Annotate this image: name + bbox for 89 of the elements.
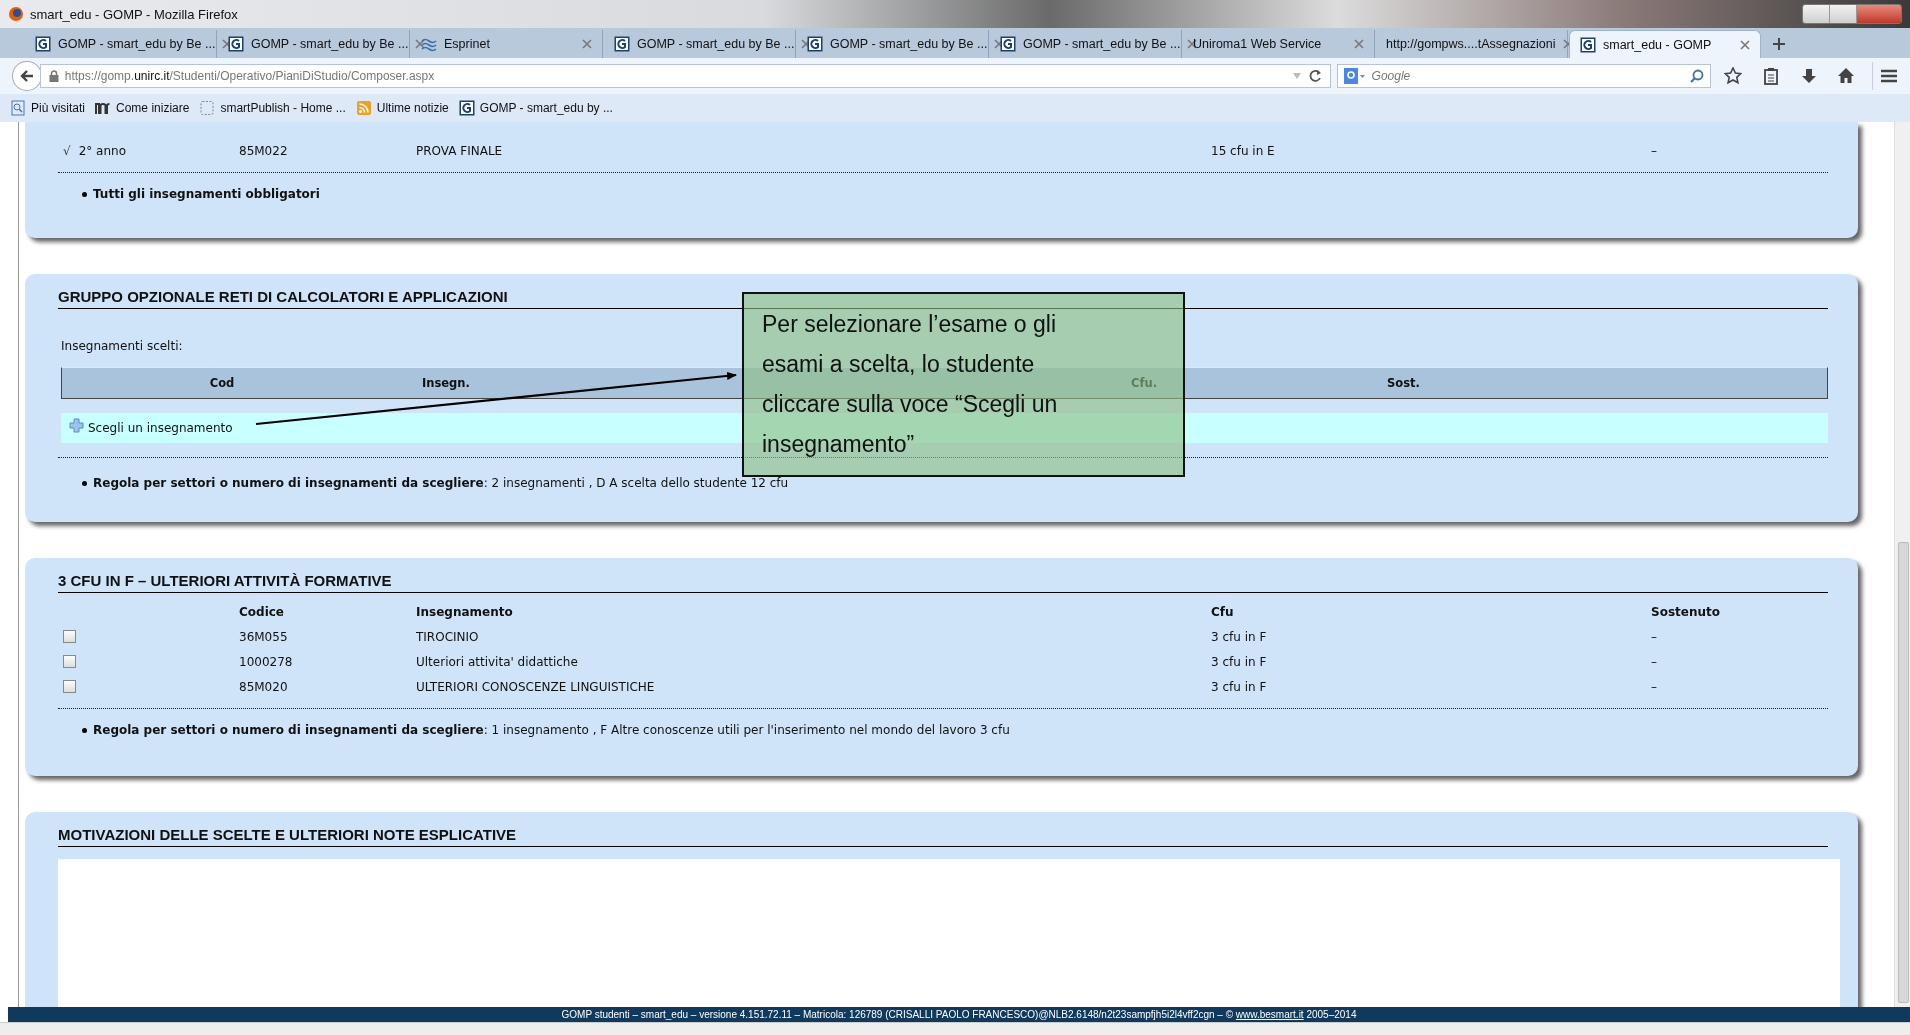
table-cell-text: 15 cfu in E bbox=[1211, 143, 1276, 158]
table-cell-text: ULTERIORI CONOSCENZE LINGUISTICHE bbox=[416, 679, 656, 694]
browser-logo-icon bbox=[8, 6, 24, 22]
bullet-icon bbox=[82, 727, 87, 733]
search-field[interactable]: Google bbox=[1369, 68, 1687, 84]
bookmark-item[interactable]: Ultime notizie bbox=[355, 100, 449, 116]
site-logo-icon bbox=[458, 100, 475, 116]
footer-text: GOMP studenti – smart_edu – versione 4.151.72.11 – Matricola: 126789 (CRISALLI PAOLO FRANCESCO)@NLB2.6148/n2t23sampfjh5i2l4vff2cgn – © www.besmart.it 2005–2014 bbox=[561, 1009, 1357, 1020]
back-button[interactable] bbox=[12, 61, 42, 91]
table-cell-text: 1000278 bbox=[239, 654, 294, 669]
address-bar[interactable]: https://gomp.unirc.it/Studenti/Operativo/PianiDiStudio/Composer.aspx bbox=[39, 64, 1331, 88]
column-header: Cod bbox=[208, 376, 236, 390]
window-title: smart_edu - GOMP - Mozilla Firefox bbox=[30, 6, 239, 22]
rule-text: Regola per settori o numero di insegnamenti da scegliere: 2 insegnamenti , D A scelta dello studente 12 cfu bbox=[93, 476, 789, 490]
lock-icon bbox=[48, 70, 59, 82]
label: Insegnamenti scelti: bbox=[60, 339, 184, 353]
footer-link[interactable]: www.besmart.it bbox=[1235, 1009, 1304, 1020]
table-cell-text: – bbox=[1651, 679, 1658, 694]
bullet-icon bbox=[82, 480, 87, 486]
rule-text: Regola per settori o numero di insegnamenti da scegliere: 1 insegnamento , F Altre conoscenze utili per l'inserimento nel mondo del lavoro 3 cfu bbox=[93, 723, 1010, 737]
rule-text: Tutti gli insegnamenti obbligatori bbox=[93, 187, 320, 201]
bullet-icon bbox=[82, 191, 87, 197]
star-icon bbox=[1724, 67, 1743, 85]
table-cell-text: PROVA FINALE bbox=[416, 143, 504, 158]
table-cell-text: 3 cfu in F bbox=[1211, 629, 1268, 644]
search-icon bbox=[1690, 69, 1705, 83]
table-cell: 2° anno bbox=[78, 143, 126, 158]
site-logo-icon bbox=[1000, 36, 1016, 52]
column-header: Insegnamento bbox=[416, 604, 514, 619]
browser-tab[interactable]: smart_edu - GOMP bbox=[1569, 30, 1761, 58]
column-header: Cfu bbox=[1211, 604, 1235, 619]
reload-icon bbox=[1307, 69, 1322, 83]
back-arrow-icon bbox=[18, 68, 35, 84]
section-title: GRUPPO OPZIONALE RETI DI CALCOLATORI E APPLICAZIONI bbox=[58, 288, 1828, 309]
table-cell-text: 3 cfu in F bbox=[1211, 679, 1268, 694]
menu-icon bbox=[1879, 67, 1898, 85]
close-icon bbox=[1354, 39, 1364, 49]
close-icon bbox=[1740, 39, 1750, 50]
callout-text: Per selezionare l’esame o gli esami a scelta, lo studente cliccare sulla voce “Scegli un insegnamento” bbox=[762, 310, 1059, 459]
close-icon bbox=[415, 39, 426, 49]
choose-link[interactable]: Scegli un insegnamento bbox=[88, 421, 233, 435]
section-title: MOTIVAZIONI DELLE SCELTE E ULTERIORI NOTE ESPLICATIVE bbox=[58, 826, 1828, 847]
status-mark: √ bbox=[63, 143, 71, 158]
table-cell-text: – bbox=[1651, 143, 1658, 158]
horizontal-scrollbar[interactable] bbox=[0, 1022, 1910, 1035]
site-logo-icon bbox=[228, 36, 244, 52]
column-header: Codice bbox=[239, 604, 285, 619]
column-header: Insegn. bbox=[421, 376, 471, 390]
bookmark-item[interactable]: Più visitati bbox=[10, 100, 86, 116]
minimize-button[interactable] bbox=[1803, 5, 1830, 23]
column-header: Sost. bbox=[1386, 376, 1421, 390]
plus-icon bbox=[69, 417, 84, 433]
site-logo-icon bbox=[807, 36, 823, 52]
blank-page-icon bbox=[199, 100, 216, 116]
table-cell-text: Ulteriori attivita' didattiche bbox=[416, 654, 579, 669]
feed-icon bbox=[355, 100, 372, 116]
table-cell-text: – bbox=[1651, 654, 1658, 669]
wave-icon bbox=[421, 36, 437, 52]
close-button[interactable] bbox=[1857, 5, 1901, 23]
site-logo-icon bbox=[614, 36, 630, 52]
clipboard-icon bbox=[1761, 67, 1780, 85]
section-title: 3 CFU IN F – ULTERIORI ATTIVITÀ FORMATIVE bbox=[58, 572, 1828, 593]
checkbox[interactable] bbox=[63, 680, 76, 693]
table-cell-text: 85M020 bbox=[239, 679, 289, 694]
scrollbar-thumb[interactable] bbox=[1898, 542, 1909, 1003]
search-engine-icon bbox=[1343, 68, 1366, 84]
column-header: Sostenuto bbox=[1651, 604, 1721, 619]
search-bar[interactable]: Google bbox=[1336, 64, 1712, 88]
table-cell-text: – bbox=[1651, 629, 1658, 644]
page-icon bbox=[10, 100, 26, 116]
m-logo-icon bbox=[95, 100, 112, 116]
table-cell-text: 85M022 bbox=[239, 143, 289, 158]
checkbox[interactable] bbox=[63, 630, 76, 643]
bookmark-item[interactable]: Come iniziare bbox=[95, 100, 190, 116]
bookmark-item[interactable]: smartPublish - Home ... bbox=[199, 100, 346, 116]
column-header: Cfu. bbox=[1130, 376, 1157, 390]
site-logo-icon bbox=[35, 36, 51, 52]
maximize-button[interactable] bbox=[1830, 5, 1857, 23]
site-logo-icon bbox=[1580, 36, 1596, 53]
table-cell-text: 3 cfu in F bbox=[1211, 654, 1268, 669]
bookmark-item[interactable]: GOMP - smart_edu by ... bbox=[458, 100, 613, 116]
home-icon bbox=[1837, 67, 1856, 85]
dropdown-icon bbox=[1291, 72, 1302, 80]
plus-icon bbox=[1772, 37, 1786, 51]
close-icon bbox=[582, 39, 592, 49]
table-cell-text: 36M055 bbox=[239, 629, 289, 644]
vertical-scrollbar[interactable] bbox=[1894, 122, 1910, 1007]
checkbox[interactable] bbox=[63, 655, 76, 668]
table-cell-text: TIROCINIO bbox=[416, 629, 480, 644]
